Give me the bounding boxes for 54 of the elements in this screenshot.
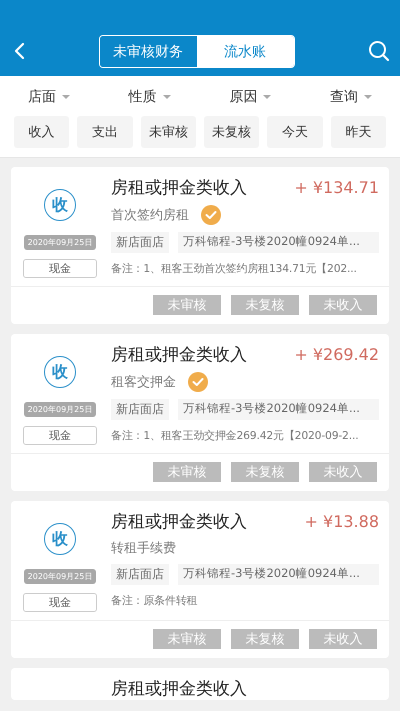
address-tag: 万科锦程-3号楼2020幢0924单... [178, 399, 379, 420]
status-tag: 未收入 [309, 462, 377, 482]
record-subtitle: 首次签约房租 [111, 207, 189, 224]
store-tag: 新店面店 [111, 399, 169, 420]
record-card[interactable]: 收 2020年09月25日 现金 房租或押金类收入 + ¥13.88 转租手续费 新店面店 万科锦程-3号楼2020幢0924单... 备注：原条件转租 未审核 未复核 未收入 [11, 501, 389, 658]
income-badge: 收 [44, 189, 76, 221]
store-tag: 新店面店 [111, 232, 169, 253]
filter-chip[interactable]: 昨天 [330, 116, 386, 148]
payment-tag: 现金 [23, 426, 97, 445]
date-label: 2020年09月25日 [24, 402, 96, 417]
filter-chip[interactable]: 未审核 [140, 116, 196, 148]
filter-dropdown[interactable]: 原因 [229, 88, 272, 106]
income-badge: 收 [44, 356, 76, 388]
record-card[interactable]: 收 2020年09月25日 现金 房租或押金类收入 + ¥269.42 租客交押金 新店面店 万科锦程-3号楼2020幢0924单... 备注：1、租客王劲交押金269.42元【2020-09-2... 未审核 未复核 未收入 [11, 334, 389, 491]
record-subtitle: 转租手续费 [111, 540, 176, 557]
status-tag: 未审核 [153, 295, 221, 315]
record-title: 房租或押金类收入 [111, 511, 247, 533]
status-tag: 未复核 [231, 295, 299, 315]
payment-tag: 现金 [23, 593, 97, 612]
income-badge: 收 [44, 523, 76, 555]
filter-dropdown[interactable]: 性质 [128, 88, 171, 106]
amount-text: + ¥134.71 [294, 178, 379, 197]
date-label: 2020年09月25日 [24, 235, 96, 250]
record-title: 房租或押金类收入 [111, 344, 247, 366]
remark-text: 备注：1、租客王劲交押金269.42元【2020-09-2... [111, 429, 360, 443]
segment-tab[interactable]: 流水账 [196, 36, 294, 67]
filter-chip[interactable]: 未复核 [204, 116, 260, 148]
amount-text: + ¥269.42 [294, 345, 379, 364]
payment-tag: 现金 [23, 259, 97, 278]
record-card[interactable]: 房租或押金类收入 [11, 668, 389, 700]
remark-text: 备注：原条件转租 [111, 594, 198, 608]
search-icon[interactable] [368, 40, 390, 62]
record-subtitle: 租客交押金 [111, 374, 176, 391]
address-tag: 万科锦程-3号楼2020幢0924单... [178, 232, 379, 253]
status-tag: 未复核 [231, 629, 299, 649]
status-tag: 未复核 [231, 462, 299, 482]
filter-chip[interactable]: 支出 [77, 116, 133, 148]
remark-text: 备注：1、租客王劲首次签约房租134.71元【202... [111, 262, 358, 276]
status-tag: 未审核 [153, 629, 221, 649]
filter-dropdown[interactable]: 店面 [28, 88, 70, 106]
record-title: 房租或押金类收入 [111, 678, 247, 700]
filter-dropdown[interactable]: 查询 [330, 88, 372, 106]
back-icon[interactable] [13, 42, 25, 60]
record-title: 房租或押金类收入 [111, 177, 247, 199]
filter-chip[interactable]: 收入 [14, 116, 70, 148]
address-tag: 万科锦程-3号楼2020幢0924单... [178, 564, 379, 585]
filter-chip[interactable]: 今天 [267, 116, 323, 148]
amount-text: + ¥13.88 [304, 512, 379, 531]
status-tag: 未审核 [153, 462, 221, 482]
store-tag: 新店面店 [111, 564, 169, 585]
date-label: 2020年09月25日 [24, 569, 96, 584]
status-tag: 未收入 [309, 295, 377, 315]
status-tag: 未收入 [309, 629, 377, 649]
record-card[interactable]: 收 2020年09月25日 现金 房租或押金类收入 + ¥134.71 首次签约房租 新店面店 万科锦程-3号楼2020幢0924单... 备注：1、租客王劲首次签约房租134.71元【202... 未审核 未复核 未收入 [11, 167, 389, 324]
